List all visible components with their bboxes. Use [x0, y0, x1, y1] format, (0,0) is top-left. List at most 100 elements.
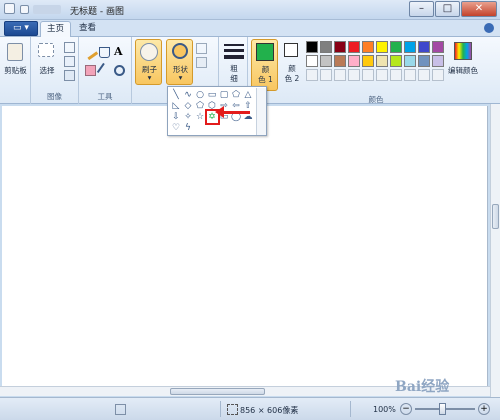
palette-swatch[interactable]: [376, 55, 388, 67]
canvas-area: [0, 104, 490, 397]
custom-color-slot[interactable]: [320, 69, 332, 81]
palette-swatch[interactable]: [404, 55, 416, 67]
color-picker-icon[interactable]: [96, 62, 113, 79]
custom-color-slot[interactable]: [376, 69, 388, 81]
palette-swatch[interactable]: [362, 41, 374, 53]
custom-color-slot[interactable]: [348, 69, 360, 81]
maximize-button[interactable]: □: [435, 1, 460, 17]
tab-view[interactable]: 查看: [73, 21, 102, 37]
fill-bucket-icon[interactable]: [99, 47, 110, 58]
palette-swatch[interactable]: [348, 55, 360, 67]
paste-button[interactable]: 剪贴板: [0, 65, 31, 76]
help-icon[interactable]: [484, 23, 494, 33]
quick-access-toolbar: [33, 5, 61, 14]
window-title: 无标题 - 画图: [70, 7, 124, 17]
brush-button[interactable]: 刷子 ▾: [135, 39, 162, 85]
palette-swatch[interactable]: [432, 41, 444, 53]
palette-swatch[interactable]: [320, 55, 332, 67]
palette-swatch[interactable]: [306, 55, 318, 67]
red-arrow-annotation-shaft: [222, 111, 250, 114]
left-arrow-shape-icon[interactable]: ⇦: [231, 101, 241, 111]
lightning-shape-icon[interactable]: ϟ: [183, 123, 193, 133]
selection-size-icon: [115, 404, 126, 415]
color2-swatch: [284, 43, 298, 57]
edit-colors-button[interactable]: 编辑颜色: [448, 37, 478, 104]
color1-button[interactable]: 颜 色 1: [251, 39, 278, 91]
resize-icon[interactable]: [64, 56, 75, 67]
zoom-slider-thumb[interactable]: [439, 403, 446, 415]
line-shape-icon[interactable]: ╲: [171, 90, 181, 100]
triangle-shape-icon[interactable]: △: [243, 90, 253, 100]
brush-icon: [140, 43, 158, 61]
shapes-button[interactable]: 形状 ▾: [166, 39, 193, 85]
zoom-out-button[interactable]: −: [400, 403, 412, 415]
palette-swatch[interactable]: [320, 41, 332, 53]
color1-swatch: [256, 43, 274, 61]
status-divider-2: [350, 401, 351, 417]
eraser-icon[interactable]: [85, 65, 96, 76]
custom-color-slot[interactable]: [306, 69, 318, 81]
quick-access-save-icon[interactable]: [20, 5, 29, 14]
custom-color-slot[interactable]: [390, 69, 402, 81]
pentagon-shape-icon[interactable]: ⬠: [195, 101, 205, 111]
text-tool-icon[interactable]: A: [114, 45, 125, 58]
heart-shape-icon[interactable]: ♡: [171, 123, 181, 133]
color2-button[interactable]: 颜 色 2: [280, 39, 304, 91]
zoom-in-button[interactable]: +: [478, 403, 490, 415]
palette-swatch[interactable]: [418, 41, 430, 53]
palette-swatch[interactable]: [418, 55, 430, 67]
zoom-level: 100%: [373, 405, 396, 414]
custom-color-slot[interactable]: [362, 69, 374, 81]
palette-swatch[interactable]: [334, 55, 346, 67]
shapes-dropdown-icon: ▾: [178, 73, 183, 82]
palette-swatch[interactable]: [306, 41, 318, 53]
palette-swatch[interactable]: [376, 41, 388, 53]
outline-icon[interactable]: [196, 43, 207, 54]
edit-colors-icon: [454, 42, 472, 60]
palette-swatch[interactable]: [390, 41, 402, 53]
custom-color-slot[interactable]: [418, 69, 430, 81]
palette-swatch[interactable]: [362, 55, 374, 67]
polygon-shape-icon[interactable]: ⬠: [231, 90, 241, 100]
tools-group: A 工具: [79, 37, 132, 104]
four-point-star-shape-icon[interactable]: ✧: [183, 112, 193, 122]
up-arrow-shape-icon[interactable]: ⇧: [243, 101, 253, 111]
pencil-icon[interactable]: [82, 44, 99, 61]
minimize-button[interactable]: –: [409, 1, 434, 17]
paint-app-icon[interactable]: [4, 3, 15, 14]
shapes-gallery-scrollbar[interactable]: [256, 88, 266, 135]
crop-icon[interactable]: [64, 42, 75, 53]
diamond-shape-icon[interactable]: ◇: [183, 101, 193, 111]
palette-swatch[interactable]: [348, 41, 360, 53]
custom-color-slot[interactable]: [334, 69, 346, 81]
select-button[interactable]: 选择: [33, 65, 61, 76]
palette-swatch[interactable]: [390, 55, 402, 67]
image-group: 选择 图像: [31, 37, 79, 104]
fill-icon[interactable]: [196, 57, 207, 68]
custom-color-slot[interactable]: [404, 69, 416, 81]
palette-swatch[interactable]: [334, 41, 346, 53]
rectangle-shape-icon[interactable]: ▭: [207, 90, 217, 100]
drawing-canvas[interactable]: [2, 106, 488, 395]
down-arrow-shape-icon[interactable]: ⇩: [171, 112, 181, 122]
brush-dropdown-icon: ▾: [147, 73, 152, 82]
select-icon[interactable]: [38, 43, 54, 57]
paste-icon[interactable]: [7, 43, 23, 61]
image-group-label: 图像: [47, 92, 62, 101]
paint-menu-button[interactable]: ▭ ▾: [4, 21, 38, 36]
rotate-icon[interactable]: [64, 70, 75, 81]
rounded-rectangle-shape-icon[interactable]: ▢: [219, 90, 229, 100]
horizontal-scroll-thumb[interactable]: [170, 388, 265, 395]
palette-swatch[interactable]: [404, 41, 416, 53]
close-button[interactable]: ✕: [461, 1, 497, 17]
right-triangle-shape-icon[interactable]: ◺: [171, 101, 181, 111]
curve-shape-icon[interactable]: ∿: [183, 90, 193, 100]
clipboard-group: 剪贴板: [0, 37, 31, 104]
vertical-scrollbar[interactable]: [490, 104, 500, 397]
tab-home[interactable]: 主页: [40, 21, 72, 37]
magnifier-icon[interactable]: [114, 65, 125, 76]
color-palette: [306, 41, 446, 86]
five-point-star-shape-icon[interactable]: ☆: [195, 112, 205, 122]
vertical-scroll-thumb[interactable]: [492, 204, 499, 229]
oval-shape-icon[interactable]: ○: [195, 90, 205, 100]
